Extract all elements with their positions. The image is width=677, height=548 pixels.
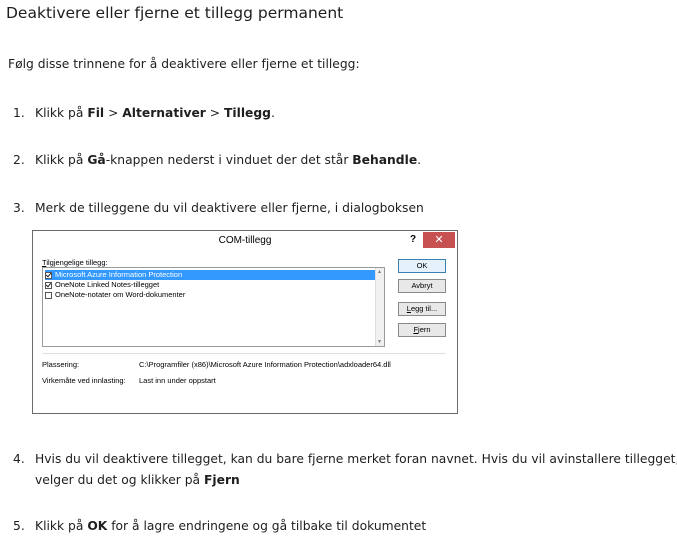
cancel-button[interactable]: Avbryt [398,279,446,293]
ok-ref: OK [87,519,108,533]
load-behavior-value: Last inn under oppstart [139,376,216,385]
load-behavior-label: Virkemåte ved innlasting: [42,376,126,385]
label-text: ilgjengelige tillegg: [46,258,108,267]
step-text: . [417,153,422,167]
step-text: -knappen nederst i vinduet der det står [105,153,353,167]
step-number: 4. [13,452,25,466]
step-2: 2. Klikk på Gå-knappen nederst i vinduet … [13,153,421,167]
available-addins-label: Tilgjengelige tillegg: [42,258,108,267]
list-item[interactable]: OneNote-notater om Word-dokumenter [45,290,185,300]
checkbox[interactable] [45,271,52,279]
step-number: 2. [13,153,25,167]
checkbox[interactable] [45,291,52,299]
step-number: 1. [13,106,25,120]
location-label: Plassering: [42,360,80,369]
menu-addins: Tillegg [224,106,271,120]
button-label: jern [418,325,431,334]
list-scrollbar[interactable]: ▲ ▼ [375,268,384,346]
step-text: Hvis du vil deaktivere tillegget, kan du… [35,452,677,466]
step-text: Merk de tilleggene du vil deaktivere ell… [35,201,424,215]
location-value: C:\Programfiler (x86)\Microsoft Azure In… [139,360,391,369]
dialog-title: COM-tillegg [218,235,272,246]
close-icon[interactable]: ✕ [423,232,455,248]
list-item-label: OneNote Linked Notes-tillegget [55,280,160,289]
step-4-continued: velger du det og klikker på Fjern [35,473,240,487]
add-button[interactable]: Legg til... [398,302,446,316]
checkbox[interactable] [45,281,52,289]
addins-list[interactable]: Microsoft Azure Information Protection O… [42,267,385,347]
step-4: 4. Hvis du vil deaktivere tillegget, kan … [13,452,677,466]
help-icon[interactable]: ? [410,234,416,245]
page-title: Deaktivere eller fjerne et tillegg perma… [6,4,344,22]
step-3: 3. Merk de tilleggene du vil deaktivere e… [13,201,424,215]
menu-file: Fil [87,106,105,120]
step-text: Klikk på [35,106,88,120]
step-number: 3. [13,201,25,215]
step-text: for å lagre endringene og gå tilbake til… [107,519,427,533]
step-1: 1. Klikk på Fil > Alternativer > Tillegg. [13,106,275,120]
menu-options: Alternativer [122,106,206,120]
button-label: egg til... [410,304,438,313]
list-item[interactable]: OneNote Linked Notes-tillegget [45,280,159,290]
separator: > [104,106,123,120]
go-button-ref: Gå [87,153,106,167]
remove-ref: Fjern [203,473,240,487]
scroll-up-icon[interactable]: ▲ [377,269,382,275]
step-5: 5. Klikk på OK for å lagre endringene og … [13,519,426,533]
manage-ref: Behandle [352,153,418,167]
ok-button[interactable]: OK [398,259,446,273]
list-item-label: Microsoft Azure Information Protection [55,270,183,279]
separator: > [205,106,224,120]
scroll-down-icon[interactable]: ▼ [377,339,382,345]
step-text: Klikk på [35,153,88,167]
step-text: velger du det og klikker på [35,473,204,487]
step-text: Klikk på [35,519,88,533]
divider [42,353,446,354]
intro-text: Følg disse trinnene for å deaktivere ell… [8,57,360,71]
step-number: 5. [13,519,25,533]
list-item-label: OneNote-notater om Word-dokumenter [55,290,186,299]
step-text: . [270,106,275,120]
com-addins-dialog: COM-tillegg ? ✕ Tilgjengelige tillegg: M… [32,230,458,414]
list-item[interactable]: Microsoft Azure Information Protection [45,270,379,280]
remove-button[interactable]: Fjern [398,323,446,337]
